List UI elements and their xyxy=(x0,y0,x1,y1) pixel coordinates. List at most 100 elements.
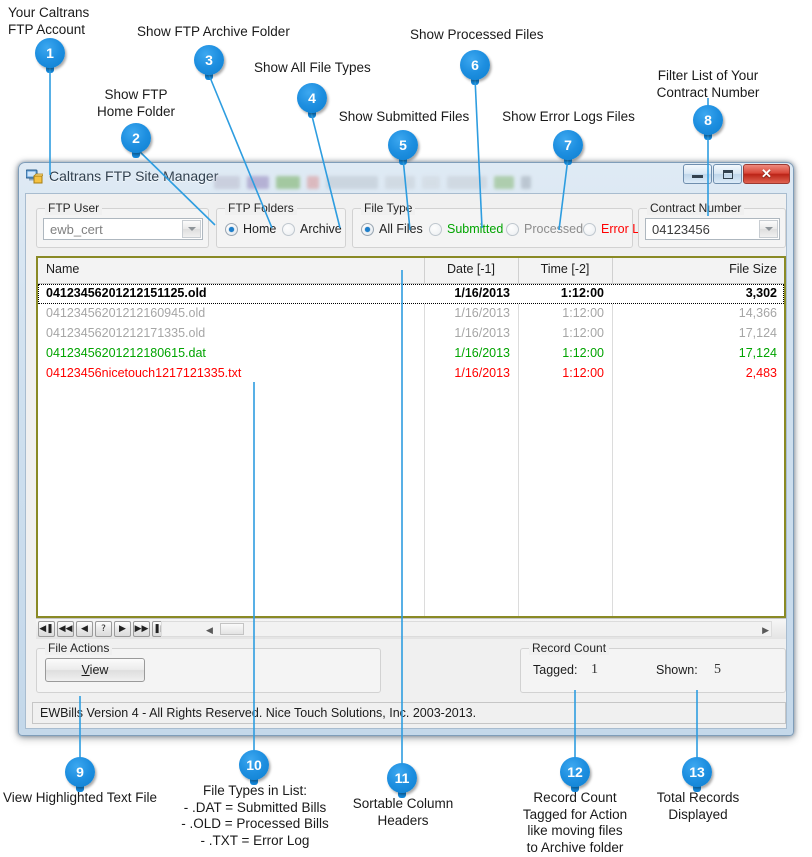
tagged-value: 1 xyxy=(591,662,598,677)
status-bar-text: EWBills Version 4 - All Rights Reserved.… xyxy=(40,706,477,720)
radio-error-logs-dot xyxy=(583,222,596,236)
status-bar: EWBills Version 4 - All Rights Reserved.… xyxy=(32,702,786,724)
cell-date: 1/16/2013 xyxy=(454,326,510,340)
column-header-date[interactable]: Date [-1] xyxy=(424,262,518,276)
callout-13-text: Total Records Displayed xyxy=(656,790,740,822)
cell-time: 1:12:00 xyxy=(562,306,604,320)
record-navigator[interactable]: ◀❚ ◀◀ ◀ ? ▶ ▶▶ ❚▶ ◀ ▶ xyxy=(36,618,786,639)
radio-all-files-dot xyxy=(361,222,374,236)
blurred-background-toolbar xyxy=(214,171,734,193)
column-header-name[interactable]: Name xyxy=(46,262,79,276)
scroll-left-arrow-icon[interactable]: ◀ xyxy=(206,625,213,636)
callout-1-badge: 1 xyxy=(35,38,65,73)
radio-archive-dot xyxy=(282,222,295,236)
callout-2-badge: 2 xyxy=(121,123,151,158)
minimize-button[interactable] xyxy=(683,164,712,184)
grid-header-row[interactable]: Name Date [-1] Time [-2] File Size xyxy=(38,258,784,284)
callout-3-badge: 3 xyxy=(194,45,224,80)
radio-submitted-label: Submitted xyxy=(447,222,504,236)
table-row[interactable]: 04123456201212160945.old 1/16/2013 1:12:… xyxy=(38,304,784,324)
nav-next-page-button[interactable]: ▶▶ xyxy=(133,621,150,637)
callout-1-text: Your Caltrans FTP Account xyxy=(8,5,90,37)
nav-first-record-button[interactable]: ◀❚ xyxy=(38,621,55,637)
nav-help-button[interactable]: ? xyxy=(95,621,112,637)
table-row[interactable]: 04123456201212171335.old 1/16/2013 1:12:… xyxy=(38,324,784,344)
cell-name: 04123456nicetouch1217121335.txt xyxy=(46,366,242,380)
nav-prior-page-button[interactable]: ◀◀ xyxy=(57,621,74,637)
close-button[interactable]: ✕ xyxy=(743,164,790,184)
table-row[interactable]: 04123456nicetouch1217121335.txt 1/16/201… xyxy=(38,364,784,384)
contract-number-group: Contract Number 04123456 xyxy=(638,201,786,248)
maximize-button[interactable] xyxy=(713,164,742,184)
cell-size: 3,302 xyxy=(745,286,777,300)
horizontal-scrollbar[interactable]: ◀ ▶ xyxy=(161,621,772,637)
callout-10-badge: 10 xyxy=(239,750,269,785)
cell-size: 2,483 xyxy=(745,366,777,380)
radio-archive[interactable]: Archive xyxy=(282,222,342,236)
callout-9-badge: 9 xyxy=(65,757,95,792)
minimize-icon xyxy=(692,175,703,178)
callout-2-text: Show FTP Home Folder xyxy=(96,87,176,119)
callout-7-badge: 7 xyxy=(553,130,583,165)
callout-12-text: Record Count Tagged for Action like movi… xyxy=(522,790,628,855)
window-title: Caltrans FTP Site Manager xyxy=(49,168,219,184)
callout-6-badge: 6 xyxy=(460,50,490,85)
ftp-user-dropdown-arrow[interactable] xyxy=(182,220,201,238)
column-header-time[interactable]: Time [-2] xyxy=(518,262,612,276)
nav-next-record-button[interactable]: ▶ xyxy=(114,621,131,637)
ftp-folders-group: FTP Folders Home Archive xyxy=(216,201,346,248)
record-count-caption: Record Count xyxy=(529,641,610,655)
callout-4-text: Show All File Types xyxy=(254,60,371,75)
column-header-size[interactable]: File Size xyxy=(612,262,777,276)
table-row[interactable]: 04123456201212151125.old 1/16/2013 1:12:… xyxy=(38,284,784,304)
cell-size: 17,124 xyxy=(738,346,777,360)
contract-number-dropdown-arrow[interactable] xyxy=(759,220,778,238)
callout-6-text: Show Processed Files xyxy=(410,27,544,42)
shown-value: 5 xyxy=(714,662,721,677)
radio-home-dot xyxy=(225,222,238,236)
ftp-user-value: ewb_cert xyxy=(50,221,103,237)
cell-name: 04123456201212160945.old xyxy=(46,306,206,320)
nav-prior-record-button[interactable]: ◀ xyxy=(76,621,93,637)
application-window: Caltrans FTP Site Manager ✕ FTP User ewb… xyxy=(18,162,794,736)
radio-all-files-label: All Files xyxy=(379,222,423,236)
cell-name: 04123456201212151125.old xyxy=(46,286,207,300)
contract-number-caption: Contract Number xyxy=(647,201,745,215)
contract-number-value: 04123456 xyxy=(652,221,710,237)
radio-home-label: Home xyxy=(243,222,277,236)
file-type-caption: File Type xyxy=(361,201,416,215)
cell-time: 1:12:00 xyxy=(560,286,604,300)
callout-12-badge: 12 xyxy=(560,757,590,792)
radio-processed[interactable]: Processed xyxy=(506,222,583,236)
cell-date: 1/16/2013 xyxy=(454,346,510,360)
radio-all-files[interactable]: All Files xyxy=(361,222,423,236)
cell-date: 1/16/2013 xyxy=(454,286,510,300)
cell-name: 04123456201212180615.dat xyxy=(46,346,206,360)
radio-submitted[interactable]: Submitted xyxy=(429,222,503,236)
shown-label: Shown: xyxy=(656,663,698,677)
scrollbar-thumb[interactable] xyxy=(220,623,244,635)
callout-5-text: Show Submitted Files xyxy=(338,109,470,124)
radio-home[interactable]: Home xyxy=(225,222,276,236)
ftp-user-combo[interactable]: ewb_cert xyxy=(43,218,203,240)
callout-11-text: Sortable Column Headers xyxy=(352,796,454,828)
scroll-right-arrow-icon[interactable]: ▶ xyxy=(762,625,769,636)
tagged-label: Tagged: xyxy=(533,663,578,677)
callout-3-text: Show FTP Archive Folder xyxy=(137,24,290,39)
title-bar[interactable]: Caltrans FTP Site Manager ✕ xyxy=(19,163,793,193)
ftp-user-group: FTP User ewb_cert xyxy=(36,201,209,248)
window-controls[interactable]: ✕ xyxy=(682,164,790,184)
view-button-label: View xyxy=(81,663,109,677)
record-count-group: Record Count Tagged: 1 Shown: 5 xyxy=(520,641,786,693)
cell-time: 1:12:00 xyxy=(562,366,604,380)
file-list-grid[interactable]: Name Date [-1] Time [-2] File Size 04123… xyxy=(36,256,786,618)
file-actions-caption: File Actions xyxy=(45,641,113,655)
callout-7-text: Show Error Logs Files xyxy=(502,109,635,124)
view-button[interactable]: View xyxy=(45,658,145,682)
table-row[interactable]: 04123456201212180615.dat 1/16/2013 1:12:… xyxy=(38,344,784,364)
cell-time: 1:12:00 xyxy=(562,326,604,340)
maximize-icon xyxy=(722,169,733,179)
contract-number-combo[interactable]: 04123456 xyxy=(645,218,780,240)
callout-8-text: Filter List of Your Contract Number xyxy=(656,68,760,100)
cell-date: 1/16/2013 xyxy=(454,306,510,320)
